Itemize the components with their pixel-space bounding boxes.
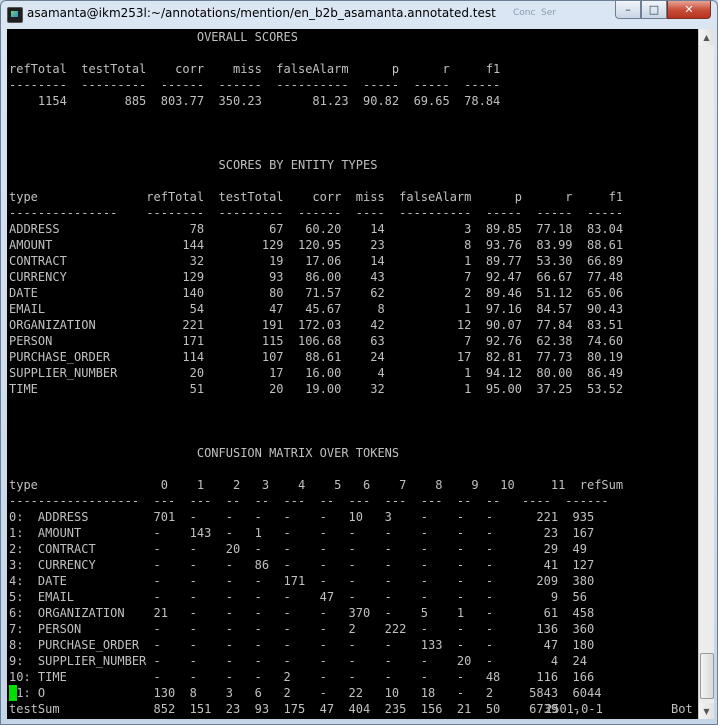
terminal-line: AMOUNT 144 129 120.95 23 8 93.76 83.99 8… bbox=[9, 238, 624, 252]
terminal-line: 5: EMAIL - - - - - 47 - - - - - 9 56 bbox=[9, 590, 587, 604]
scroll-down-arrow-icon[interactable]: ▼ bbox=[699, 703, 714, 719]
terminal-line: 6: ORGANIZATION 21 - - - - - 370 - 5 1 -… bbox=[9, 606, 595, 620]
terminal-window: asamanta@ikm253l:~/annotations/mention/e… bbox=[0, 0, 718, 725]
cursor-position: 2501,0-1 bbox=[545, 702, 603, 716]
text-cursor bbox=[9, 685, 17, 701]
terminal-line: CONTRACT 32 19 17.06 14 1 89.77 53.30 66… bbox=[9, 254, 624, 268]
terminal-line: OVERALL SCORES bbox=[9, 30, 298, 44]
terminal-line: type 0 1 2 3 4 5 6 7 8 9 10 11 refSum bbox=[9, 478, 624, 492]
close-button[interactable]: ✕ bbox=[667, 1, 711, 19]
terminal-line: DATE 140 80 71.57 62 2 89.46 51.12 65.06 bbox=[9, 286, 624, 300]
terminal-line: SUPPLIER_NUMBER 20 17 16.00 4 1 94.12 80… bbox=[9, 366, 624, 380]
terminal-line: CONFUSION MATRIX OVER TOKENS bbox=[9, 446, 400, 460]
maximize-button[interactable]: □ bbox=[641, 1, 667, 19]
terminal-line: PERSON 171 115 106.68 63 7 92.76 62.38 7… bbox=[9, 334, 624, 348]
terminal-line: 4: DATE - - - - 171 - - - - - - 209 380 bbox=[9, 574, 595, 588]
terminal-screen[interactable]: OVERALL SCORES refTotal testTotal corr mi… bbox=[7, 29, 698, 719]
background-window-title: Ser bbox=[541, 8, 556, 18]
minimize-icon: – bbox=[625, 3, 631, 16]
terminal-line: SCORES BY ENTITY TYPES bbox=[9, 158, 378, 172]
background-window-title: Conc bbox=[513, 8, 536, 18]
terminal-output: OVERALL SCORES refTotal testTotal corr mi… bbox=[9, 29, 623, 717]
terminal-line: 1: AMOUNT - 143 - 1 - - - - - - - 23 167 bbox=[9, 526, 595, 540]
scroll-up-arrow-icon[interactable]: ▲ bbox=[699, 29, 714, 45]
terminal-line: TIME 51 20 19.00 32 1 95.00 37.25 53.52 bbox=[9, 382, 624, 396]
terminal-line: -------- --------- ------ ------ -------… bbox=[9, 78, 501, 92]
window-title: asamanta@ikm253l:~/annotations/mention/e… bbox=[27, 6, 496, 20]
terminal-line: CURRENCY 129 93 86.00 43 7 92.47 66.67 7… bbox=[9, 270, 624, 284]
minimize-button[interactable]: – bbox=[615, 1, 641, 19]
terminal-line: 11: O 130 8 3 6 2 - 22 10 18 - 2 5843 60… bbox=[9, 686, 602, 700]
terminal-line: --------------- -------- --------- -----… bbox=[9, 206, 624, 220]
close-icon: ✕ bbox=[684, 3, 694, 16]
terminal-line: EMAIL 54 47 45.67 8 1 97.16 84.57 90.43 bbox=[9, 302, 624, 316]
terminal-line: 1154 885 803.77 350.23 81.23 90.82 69.65… bbox=[9, 94, 501, 108]
vertical-scrollbar[interactable]: ▲ ▼ bbox=[698, 29, 714, 719]
terminal-line: 8: PURCHASE_ORDER - - - - - - - - 133 - … bbox=[9, 638, 595, 652]
terminal-line: refTotal testTotal corr miss falseAlarm … bbox=[9, 62, 501, 76]
terminal-line: ADDRESS 78 67 60.20 14 3 89.85 77.18 83.… bbox=[9, 222, 624, 236]
putty-app-icon[interactable] bbox=[7, 7, 23, 23]
terminal-line: ------------------ --- --- -- -- --- -- … bbox=[9, 494, 609, 508]
terminal-line: PURCHASE_ORDER 114 107 88.61 24 17 82.81… bbox=[9, 350, 624, 364]
terminal-line: 7: PERSON - - - - - - 2 222 - - - 136 36… bbox=[9, 622, 595, 636]
vim-status-line: 2501,0-1 Bot bbox=[7, 701, 697, 717]
maximize-icon: □ bbox=[648, 3, 660, 16]
terminal-line: 3: CURRENCY - - - 86 - - - - - - - 41 12… bbox=[9, 558, 595, 572]
terminal-line: 10: TIME - - - - 2 - - - - - 48 116 166 bbox=[9, 670, 595, 684]
terminal-line: type refTotal testTotal corr miss falseA… bbox=[9, 190, 624, 204]
scroll-position: Bot bbox=[671, 702, 693, 716]
scrollbar-thumb[interactable] bbox=[700, 653, 714, 699]
terminal-line: ORGANIZATION 221 191 172.03 42 12 90.07 … bbox=[9, 318, 624, 332]
terminal-line: 2: CONTRACT - - 20 - - - - - - - - 29 49 bbox=[9, 542, 587, 556]
title-bar[interactable]: asamanta@ikm253l:~/annotations/mention/e… bbox=[1, 1, 717, 29]
terminal-line: 9: SUPPLIER_NUMBER - - - - - - - - - 20 … bbox=[9, 654, 587, 668]
window-controls: – □ ✕ bbox=[615, 1, 711, 21]
terminal-line: 0: ADDRESS 701 - - - - - 10 3 - - - 221 … bbox=[9, 510, 595, 524]
